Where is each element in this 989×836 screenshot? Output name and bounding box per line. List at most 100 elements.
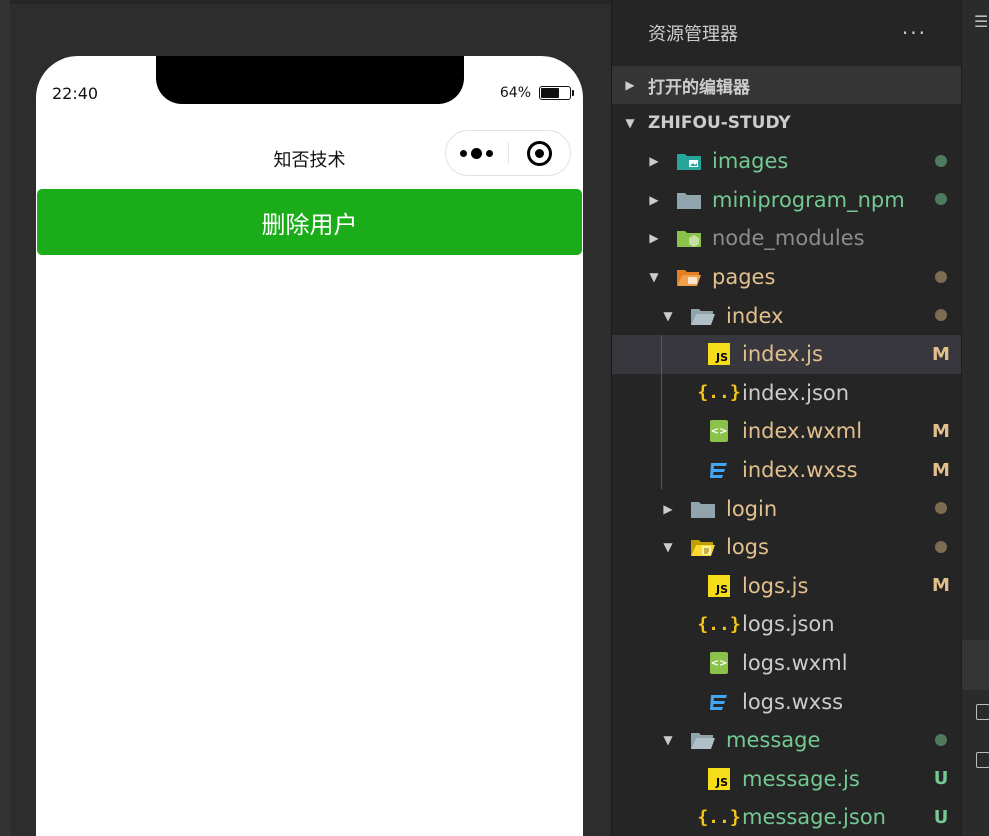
open-editors-label: 打开的编辑器 <box>648 77 750 98</box>
tree-file-message-json[interactable]: {..} message.json U <box>612 798 961 836</box>
simulator-panel: 22:40 64% 知否技术 删除用户 <box>0 0 611 836</box>
git-status-dot <box>921 151 961 172</box>
git-status-badge: M <box>932 575 950 597</box>
tree-label: index.wxml <box>742 419 863 444</box>
tree-folder-node-modules[interactable]: ▶ node_modules <box>612 219 961 258</box>
tree-label: index.json <box>742 380 850 405</box>
git-status-badge: U <box>933 806 949 828</box>
git-status-badge: M <box>932 420 950 442</box>
tree-label: miniprogram_npm <box>712 187 905 212</box>
tree-file-index-wxml[interactable]: <> index.wxml M <box>612 412 961 451</box>
json-file-icon: {..} <box>697 806 741 828</box>
chevron-right-icon: ▶ <box>649 192 659 207</box>
project-label: ZHIFOU-STUDY <box>648 113 791 133</box>
tree-folder-miniprogram-npm[interactable]: ▶ miniprogram_npm <box>612 181 961 220</box>
simulator-top-border <box>0 0 611 4</box>
wxss-file-icon <box>706 459 732 481</box>
tree-file-logs-js[interactable]: JS logs.js M <box>612 567 961 606</box>
project-section[interactable]: ▼ ZHIFOU-STUDY <box>612 104 961 142</box>
chevron-down-icon: ▼ <box>663 733 673 748</box>
wxml-file-icon: <> <box>706 420 732 443</box>
tree-label: index.js <box>742 342 823 367</box>
git-status-badge: M <box>932 459 950 481</box>
tree-file-logs-wxss[interactable]: logs.wxss <box>612 682 961 721</box>
tree-file-index-wxss[interactable]: index.wxss M <box>612 450 961 490</box>
tree-folder-message[interactable]: ▼ message <box>612 721 961 760</box>
close-miniprogram-icon[interactable] <box>508 131 570 175</box>
chevron-right-icon: ▶ <box>649 231 659 246</box>
chevron-right-icon: ▶ <box>649 154 659 169</box>
chevron-right-icon: ▶ <box>625 78 635 92</box>
wxss-file-icon <box>706 691 732 713</box>
tree-file-message-js[interactable]: JS message.js U <box>612 760 961 799</box>
tree-label: message.json <box>742 805 886 830</box>
more-menu-icon[interactable] <box>446 131 508 175</box>
tree-label: logs.wxss <box>742 689 844 714</box>
json-file-icon: {..} <box>697 613 741 635</box>
tree-folder-login[interactable]: ▶ login <box>612 489 961 528</box>
tree-folder-images[interactable]: ▶ images <box>612 142 961 181</box>
explorer-header: 资源管理器 ··· <box>612 0 961 66</box>
tree-label: logs.js <box>742 573 809 598</box>
folder-open-icon <box>690 305 716 327</box>
json-file-icon: {..} <box>697 382 741 404</box>
phone-screen: 22:40 64% 知否技术 删除用户 <box>36 56 583 836</box>
menu-capsule <box>445 130 571 176</box>
javascript-file-icon: JS <box>706 574 732 597</box>
git-status-dot <box>921 189 961 210</box>
chevron-down-icon: ▼ <box>649 270 659 285</box>
logs-folder-open-icon <box>690 536 716 558</box>
folder-icon <box>690 498 716 520</box>
tree-label: login <box>726 496 778 521</box>
chevron-down-icon: ▼ <box>625 116 635 130</box>
tree-label: logs <box>726 535 769 560</box>
folder-icon <box>676 189 702 211</box>
images-folder-icon <box>676 150 702 172</box>
open-editors-section[interactable]: ▶ 打开的编辑器 <box>612 66 961 104</box>
git-status-dot <box>921 498 961 519</box>
explorer-panel: 资源管理器 ··· ▶ 打开的编辑器 ▼ ZHIFOU-STUDY ▶ imag… <box>611 0 961 836</box>
git-status-dot <box>921 267 961 288</box>
tree-file-logs-json[interactable]: {..} logs.json <box>612 605 961 644</box>
tree-file-logs-wxml[interactable]: <> logs.wxml <box>612 644 961 683</box>
tree-file-index-json[interactable]: {..} index.json <box>612 373 961 413</box>
chevron-down-icon: ▼ <box>663 540 673 555</box>
tree-label: logs.wxml <box>742 651 848 676</box>
simulator-left-border <box>0 0 10 836</box>
tree-file-index-js[interactable]: JS index.js M <box>612 334 961 374</box>
javascript-file-icon: JS <box>706 343 732 366</box>
tree-folder-logs[interactable]: ▼ logs <box>612 528 961 567</box>
git-status-dot <box>921 537 961 558</box>
tree-folder-pages[interactable]: ▼ pages <box>612 258 961 297</box>
git-status-badge: M <box>932 343 950 365</box>
git-status-dot <box>921 730 961 751</box>
chevron-down-icon: ▼ <box>663 308 673 323</box>
tree-label: index.wxss <box>742 458 858 483</box>
checkbox-icon[interactable] <box>976 704 989 720</box>
battery-percent: 64% <box>499 85 531 101</box>
tree-label: images <box>712 149 789 174</box>
battery-icon <box>539 86 574 100</box>
node-folder-icon <box>676 227 702 249</box>
editor-panel-fragment <box>962 640 989 690</box>
panel-icon[interactable] <box>976 752 989 768</box>
tree-label: logs.json <box>742 612 835 637</box>
list-icon[interactable]: ☰ <box>974 12 988 32</box>
editor-edge: ☰ <box>961 0 989 836</box>
status-time: 22:40 <box>52 84 99 103</box>
pages-folder-open-icon <box>676 266 702 288</box>
tree-folder-index[interactable]: ▼ index <box>612 296 961 335</box>
tree-label: message <box>726 728 821 753</box>
phone-notch <box>156 56 464 104</box>
folder-open-icon <box>690 729 716 751</box>
tree-label: index <box>726 303 784 328</box>
chevron-right-icon: ▶ <box>663 501 673 516</box>
tree-label: message.js <box>742 766 860 791</box>
tree-label: node_modules <box>712 226 865 251</box>
battery-fill <box>541 88 559 98</box>
status-battery-area: 64% <box>499 85 574 101</box>
javascript-file-icon: JS <box>706 767 732 790</box>
delete-user-button[interactable]: 删除用户 <box>37 189 582 255</box>
more-actions-icon[interactable]: ··· <box>902 21 927 45</box>
git-status-dot <box>921 305 961 326</box>
